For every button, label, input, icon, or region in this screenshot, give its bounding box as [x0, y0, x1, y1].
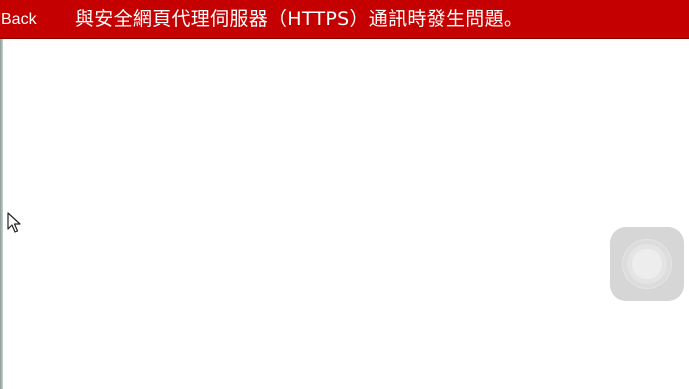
assistive-touch-ring	[627, 244, 667, 284]
error-message-title: 與安全網頁代理伺服器（HTTPS）通訊時發生問題。	[75, 8, 524, 30]
error-header-bar: Back 與安全網頁代理伺服器（HTTPS）通訊時發生問題。	[0, 0, 689, 39]
mouse-pointer-icon	[7, 212, 21, 233]
assistive-touch-dot	[632, 249, 662, 279]
window-left-edge	[0, 0, 3, 389]
assistive-touch-icon	[622, 239, 672, 289]
back-button[interactable]: Back	[1, 0, 37, 39]
browser-screen: Back 與安全網頁代理伺服器（HTTPS）通訊時發生問題。	[0, 0, 689, 389]
assistive-touch-button[interactable]	[610, 227, 684, 301]
